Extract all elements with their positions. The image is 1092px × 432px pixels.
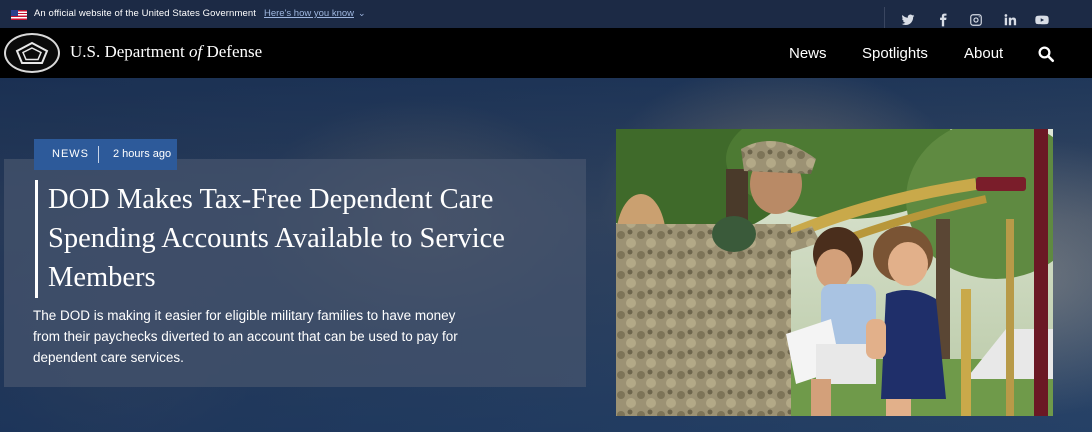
news-tag: NEWS 2 hours ago bbox=[34, 139, 177, 170]
search-icon[interactable] bbox=[1037, 45, 1055, 63]
hero-card: DOD Makes Tax-Free Dependent Care Spendi… bbox=[4, 159, 586, 387]
hero-section: NEWS 2 hours ago DOD Makes Tax-Free Depe… bbox=[0, 78, 1092, 432]
tag-timestamp: 2 hours ago bbox=[113, 148, 172, 160]
twitter-icon[interactable] bbox=[901, 13, 917, 29]
nav-news[interactable]: News bbox=[789, 45, 827, 62]
hero-photo[interactable] bbox=[616, 129, 1053, 416]
us-flag-icon bbox=[11, 10, 27, 20]
site-title-prefix: U.S. Department bbox=[70, 42, 189, 61]
nav-about[interactable]: About bbox=[964, 45, 1003, 62]
chevron-down-icon[interactable]: ⌄ bbox=[358, 8, 366, 19]
linkedin-icon[interactable] bbox=[1003, 13, 1019, 29]
pentagon-icon bbox=[15, 41, 49, 64]
hero-headline[interactable]: DOD Makes Tax-Free Dependent Care Spendi… bbox=[48, 180, 568, 297]
nav-spotlights[interactable]: Spotlights bbox=[862, 45, 928, 62]
tag-category[interactable]: NEWS bbox=[52, 148, 89, 160]
instagram-icon[interactable] bbox=[969, 13, 985, 29]
heres-how-you-know-link[interactable]: Here's how you know bbox=[264, 8, 354, 19]
youtube-icon[interactable] bbox=[1035, 13, 1051, 29]
tag-divider bbox=[98, 146, 99, 163]
facebook-icon[interactable] bbox=[936, 13, 952, 29]
site-title-of: of bbox=[188, 42, 203, 61]
site-header: U.S. Department of Defense News Spotligh… bbox=[0, 28, 1092, 78]
gov-banner-text: An official website of the United States… bbox=[34, 8, 256, 19]
soldier-with-children-image bbox=[616, 129, 1053, 416]
site-title[interactable]: U.S. Department of Defense bbox=[70, 42, 262, 62]
hero-summary: The DOD is making it easier for eligible… bbox=[33, 308, 458, 365]
site-title-suffix: Defense bbox=[202, 42, 263, 61]
headline-rule bbox=[35, 180, 38, 298]
dod-seal-logo[interactable] bbox=[4, 33, 60, 73]
